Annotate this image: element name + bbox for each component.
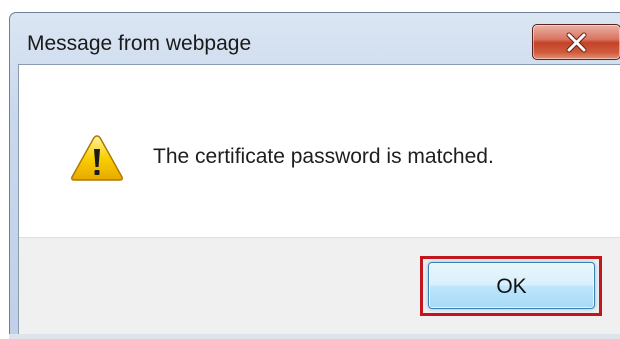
dialog-body: The certificate password is matched. OK: [18, 64, 620, 335]
title-bar[interactable]: Message from webpage: [9, 12, 620, 64]
close-button[interactable]: [532, 24, 620, 60]
warning-icon: [71, 135, 123, 181]
button-bar: OK: [19, 237, 620, 335]
close-x-icon: [566, 32, 587, 53]
message-text: The certificate password is matched.: [153, 145, 494, 168]
window-bottom-edge: [9, 334, 620, 339]
message-dialog: Message from webpage The certificate pas…: [0, 0, 620, 339]
message-area: The certificate password is matched.: [19, 65, 620, 237]
window-title: Message from webpage: [27, 32, 252, 55]
ok-button[interactable]: OK: [428, 262, 595, 309]
